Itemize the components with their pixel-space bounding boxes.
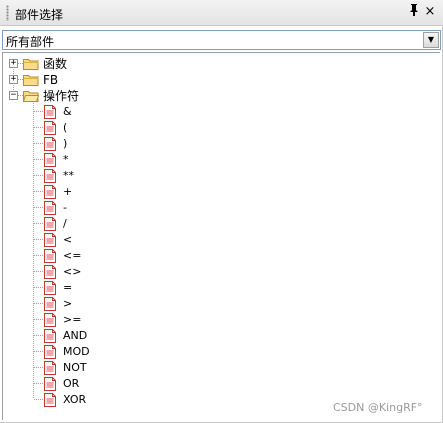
- document-icon: [44, 105, 56, 119]
- folder-closed-icon: [23, 58, 39, 70]
- tree-group-label: 函数: [43, 57, 68, 71]
- document-icon: [44, 281, 56, 295]
- close-icon[interactable]: ×: [423, 3, 437, 21]
- operator-label: *: [63, 153, 69, 166]
- operator-label: &: [63, 105, 72, 118]
- operator-label: OR: [63, 377, 80, 390]
- expand-icon[interactable]: +: [9, 75, 18, 84]
- document-icon: [44, 249, 56, 263]
- panel-title: 部件选择: [15, 8, 64, 22]
- document-icon: [44, 345, 56, 359]
- document-icon: [44, 361, 56, 375]
- operator-label: >=: [63, 313, 82, 326]
- panel-titlebar: 部件选择 ×: [0, 0, 443, 26]
- folder-open-icon: [22, 90, 40, 102]
- document-icon: [44, 297, 56, 311]
- document-icon: [44, 121, 56, 135]
- part-filter-dropdown[interactable]: 所有部件 ▼: [2, 30, 441, 50]
- document-icon: [44, 201, 56, 215]
- operator-label: XOR: [63, 393, 87, 406]
- document-icon: [44, 313, 56, 327]
- operator-label: >: [63, 297, 73, 310]
- operator-label: +: [63, 185, 73, 198]
- document-icon: [44, 217, 56, 231]
- operator-label: **: [63, 169, 74, 182]
- document-icon: [44, 153, 56, 167]
- operator-label: NOT: [63, 361, 87, 374]
- document-icon: [44, 233, 56, 247]
- tree-group-label: FB: [43, 73, 59, 87]
- document-icon: [44, 169, 56, 183]
- operator-label: (: [63, 121, 68, 134]
- drag-grip-icon[interactable]: [6, 5, 9, 21]
- document-icon: [44, 393, 56, 407]
- filter-selected-value: 所有部件: [6, 35, 55, 49]
- tree-group-label: 操作符: [43, 89, 80, 103]
- document-icon: [44, 265, 56, 279]
- pin-icon[interactable]: [407, 3, 421, 21]
- document-icon: [44, 377, 56, 391]
- operator-label: ): [63, 137, 68, 150]
- document-icon: [44, 329, 56, 343]
- collapse-icon[interactable]: −: [9, 91, 18, 100]
- operator-label: -: [63, 201, 67, 214]
- component-select-panel: 部件选择 × 所有部件 ▼ + 函数 + FB − 操作符 &() * ** + - / < <= <> = >…: [0, 0, 443, 423]
- document-icon: [44, 185, 56, 199]
- operator-label: =: [63, 281, 73, 294]
- operator-label: <=: [63, 249, 82, 262]
- folder-closed-icon: [23, 74, 39, 86]
- document-icon: [44, 137, 56, 151]
- operator-label: <: [63, 233, 73, 246]
- watermark-text: CSDN @KingRF°: [333, 401, 423, 414]
- expand-icon[interactable]: +: [9, 59, 18, 68]
- chevron-down-icon[interactable]: ▼: [423, 32, 439, 48]
- operator-label: /: [63, 217, 67, 230]
- part-tree: + 函数 + FB − 操作符 &() * ** + - / < <= <> = > >= AND MOD NOT OR X…: [2, 52, 440, 420]
- operator-label: AND: [63, 329, 88, 342]
- operator-label: MOD: [63, 345, 90, 358]
- operator-label: <>: [63, 265, 82, 278]
